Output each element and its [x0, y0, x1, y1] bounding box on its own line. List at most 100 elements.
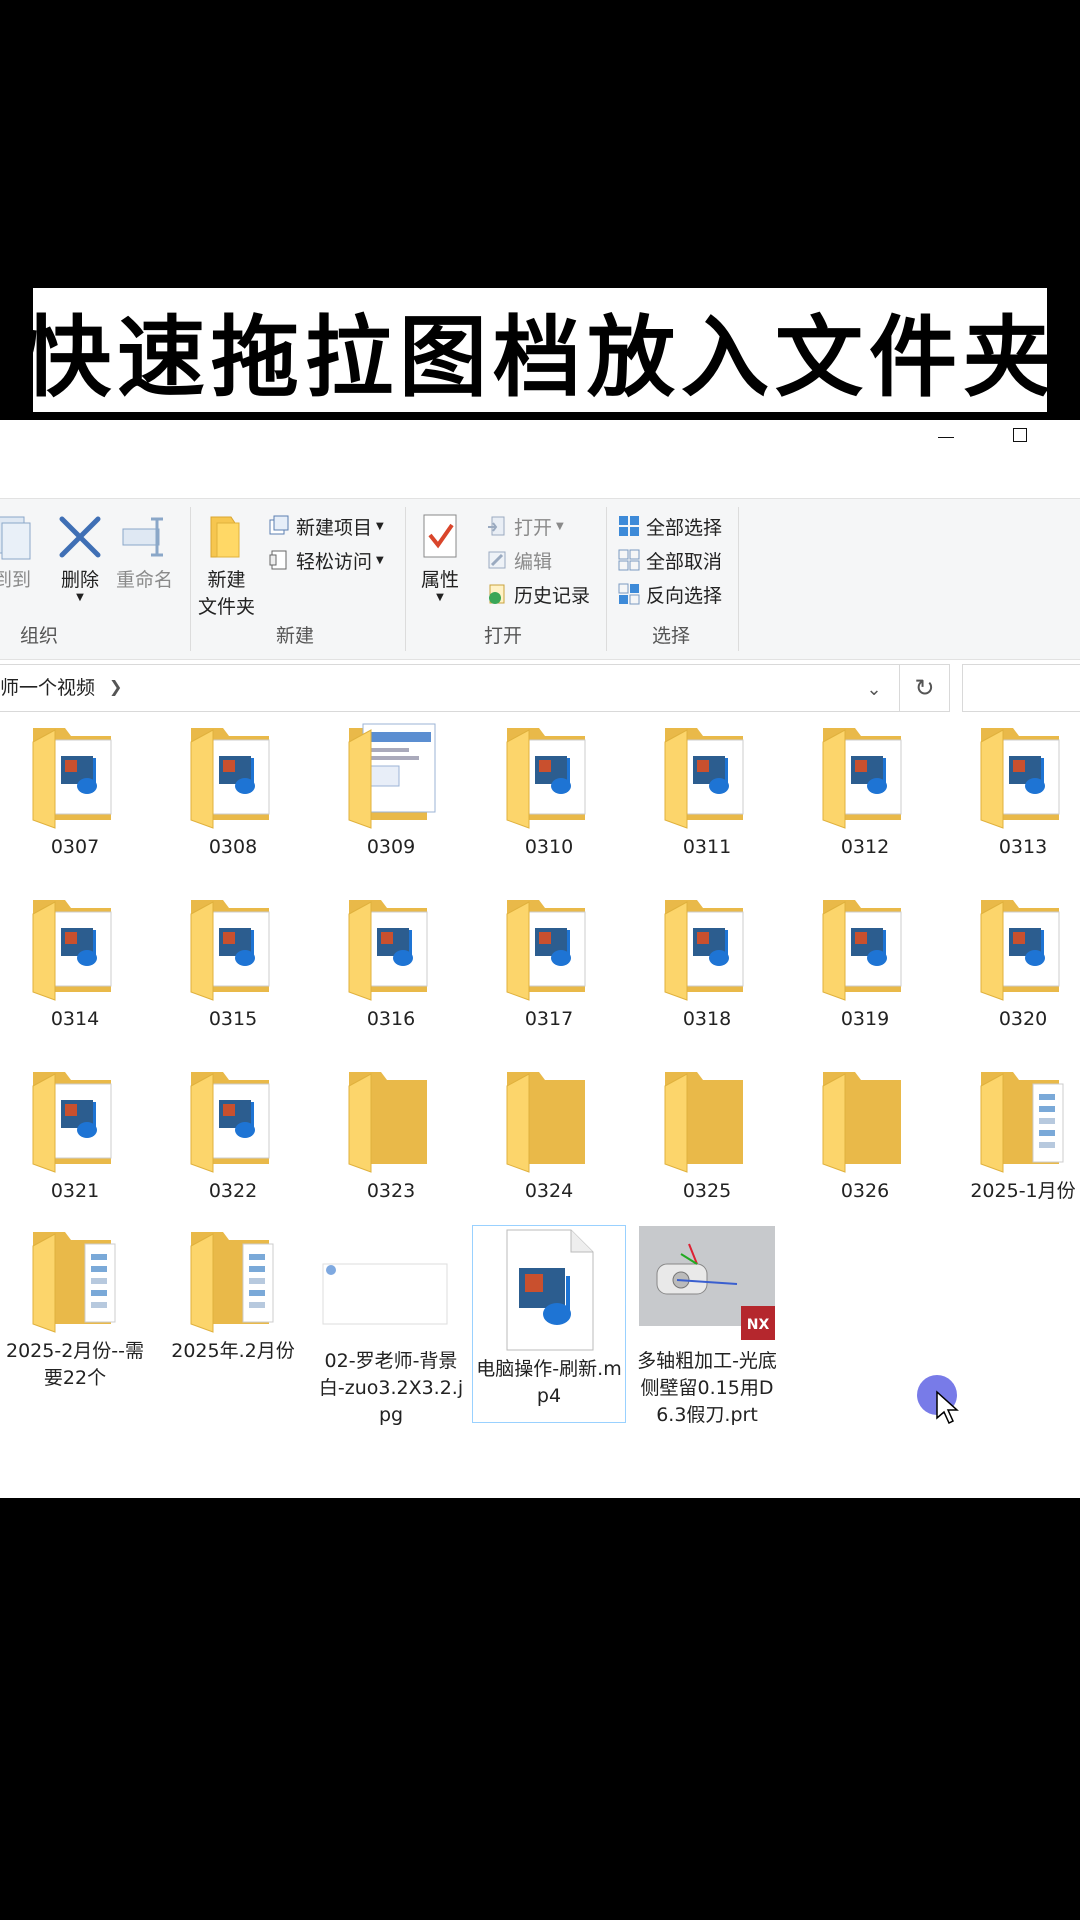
refresh-icon: ↻	[914, 674, 935, 702]
file-name-label: 0312	[840, 836, 890, 858]
history-icon	[489, 584, 505, 604]
delete-icon	[59, 516, 101, 558]
chevron-right-icon[interactable]: ❯	[109, 677, 122, 696]
edit-icon	[488, 551, 506, 569]
nx-part-icon: NX	[637, 1224, 777, 1344]
file-item[interactable]: 2025年.2月份	[155, 1224, 311, 1365]
image-file-icon	[321, 1224, 461, 1344]
minimize-button[interactable]	[923, 420, 969, 450]
rename-button[interactable]: 重命名	[116, 513, 173, 594]
delete-button[interactable]: 删除 ▼	[56, 513, 104, 603]
refresh-button[interactable]: ↻	[900, 664, 950, 712]
history-button[interactable]: 历史记录	[486, 579, 590, 609]
file-name-label: 0319	[840, 1008, 890, 1030]
file-item[interactable]: 0324	[471, 1064, 627, 1205]
folder-video-icon	[657, 720, 757, 830]
folder-video-icon	[973, 892, 1073, 1002]
breadcrumb: 师一个视频 ❯	[0, 673, 122, 700]
invert-selection-label: 反向选择	[646, 584, 723, 607]
file-item[interactable]: 02-罗老师-背景白-zuo3.2X3.2.jpg	[313, 1224, 469, 1429]
mouse-cursor-icon	[936, 1390, 959, 1425]
video-caption-banner: 快速拖拉图档放入文件夹	[23, 288, 1051, 412]
file-item[interactable]: 电脑操作-刷新.mp4	[471, 1224, 627, 1424]
file-name-label: 0311	[682, 836, 732, 858]
select-group-label: 选择	[652, 625, 691, 647]
maximize-icon	[1013, 428, 1027, 442]
select-all-label: 全部选择	[646, 516, 723, 539]
address-field[interactable]: 师一个视频 ❯ ⌄	[0, 664, 900, 712]
copy-to-button[interactable]: 到到	[0, 513, 32, 594]
new-item-button[interactable]: 新建项目 ▼	[268, 511, 384, 541]
folder-video-icon	[25, 720, 125, 830]
new-folder-label: 新建 文件夹	[198, 567, 255, 621]
file-item[interactable]: 0323	[313, 1064, 469, 1205]
breadcrumb-item[interactable]: 师一个视频	[0, 673, 95, 700]
file-item[interactable]: 0319	[787, 892, 943, 1033]
file-item[interactable]: 0321	[0, 1064, 153, 1205]
new-item-dropdown-icon: ▼	[376, 520, 384, 532]
delete-dropdown-icon: ▼	[76, 592, 84, 603]
file-item[interactable]: 0312	[787, 720, 943, 861]
new-item-icon	[269, 515, 289, 535]
file-item[interactable]: 0320	[945, 892, 1080, 1033]
properties-icon	[423, 514, 457, 558]
organize-group-label: 组织	[20, 625, 59, 647]
file-name-label: 0317	[524, 1008, 574, 1030]
file-item[interactable]: 0317	[471, 892, 627, 1033]
file-name-label: 0325	[682, 1180, 732, 1202]
folder-video-icon	[183, 1064, 283, 1174]
folder-empty-icon	[499, 1064, 599, 1174]
folder-video-icon	[815, 720, 915, 830]
properties-dropdown-icon: ▼	[436, 592, 444, 603]
file-item[interactable]: 0318	[629, 892, 785, 1033]
folder-video-icon	[499, 720, 599, 830]
video-file-icon	[499, 1228, 599, 1352]
copy-to-icon	[0, 516, 31, 560]
easy-access-label: 轻松访问	[296, 550, 373, 573]
file-name-label: 0310	[524, 836, 574, 858]
file-name-label: 0314	[50, 1008, 100, 1030]
search-input[interactable]	[962, 664, 1080, 712]
file-name-label: 0324	[524, 1180, 574, 1202]
open-dropdown-icon: ▼	[556, 520, 564, 532]
properties-button[interactable]: 属性 ▼	[418, 513, 462, 603]
file-item[interactable]: 0308	[155, 720, 311, 861]
select-none-button[interactable]: 全部取消	[618, 545, 722, 575]
file-item[interactable]: 0309	[313, 720, 469, 861]
file-item[interactable]: NX 多轴粗加工-光底侧壁留0.15用D6.3假刀.prt	[629, 1224, 785, 1429]
folder-video-icon	[657, 892, 757, 1002]
ribbon: 到到 删除 ▼ 重命名 组织 新建 文件夹 新建项目 ▼ 轻松访问 ▼ 新建 属…	[0, 498, 1080, 660]
invert-selection-button[interactable]: 反向选择	[618, 579, 722, 609]
file-item[interactable]: 0316	[313, 892, 469, 1033]
file-item[interactable]: 0322	[155, 1064, 311, 1205]
open-button[interactable]: 打开 ▼	[486, 511, 564, 541]
file-item[interactable]: 2025-1月份	[945, 1064, 1080, 1205]
file-item[interactable]: 0315	[155, 892, 311, 1033]
folder-doc-icon	[341, 720, 441, 830]
file-name-label: 2025年.2月份	[171, 1340, 295, 1362]
new-folder-button[interactable]: 新建 文件夹	[198, 513, 255, 621]
file-item[interactable]: 0307	[0, 720, 153, 861]
file-item[interactable]: 0311	[629, 720, 785, 861]
folder-docs-icon	[183, 1224, 283, 1334]
file-item[interactable]: 0325	[629, 1064, 785, 1205]
file-name-label: 0321	[50, 1180, 100, 1202]
history-label: 历史记录	[514, 584, 591, 607]
file-item[interactable]: 0326	[787, 1064, 943, 1205]
file-item[interactable]: 0314	[0, 892, 153, 1033]
select-none-icon	[618, 549, 640, 571]
file-item[interactable]: 0310	[471, 720, 627, 861]
select-all-button[interactable]: 全部选择	[618, 511, 722, 541]
history-dropdown-button[interactable]: ⌄	[848, 665, 900, 713]
file-item[interactable]: 2025-2月份--需要22个	[0, 1224, 153, 1392]
file-explorer-window: 到到 删除 ▼ 重命名 组织 新建 文件夹 新建项目 ▼ 轻松访问 ▼ 新建 属…	[0, 420, 1080, 1498]
file-item[interactable]: 0313	[945, 720, 1080, 861]
open-icon	[488, 516, 505, 536]
edit-button[interactable]: 编辑	[486, 545, 552, 575]
file-name-label: 2025-1月份	[970, 1180, 1076, 1202]
maximize-button[interactable]	[997, 420, 1043, 450]
file-name-label: 电脑操作-刷新.mp4	[476, 1358, 622, 1407]
group-divider	[738, 507, 739, 651]
easy-access-button[interactable]: 轻松访问 ▼	[268, 545, 384, 575]
file-name-label: 0326	[840, 1180, 890, 1202]
